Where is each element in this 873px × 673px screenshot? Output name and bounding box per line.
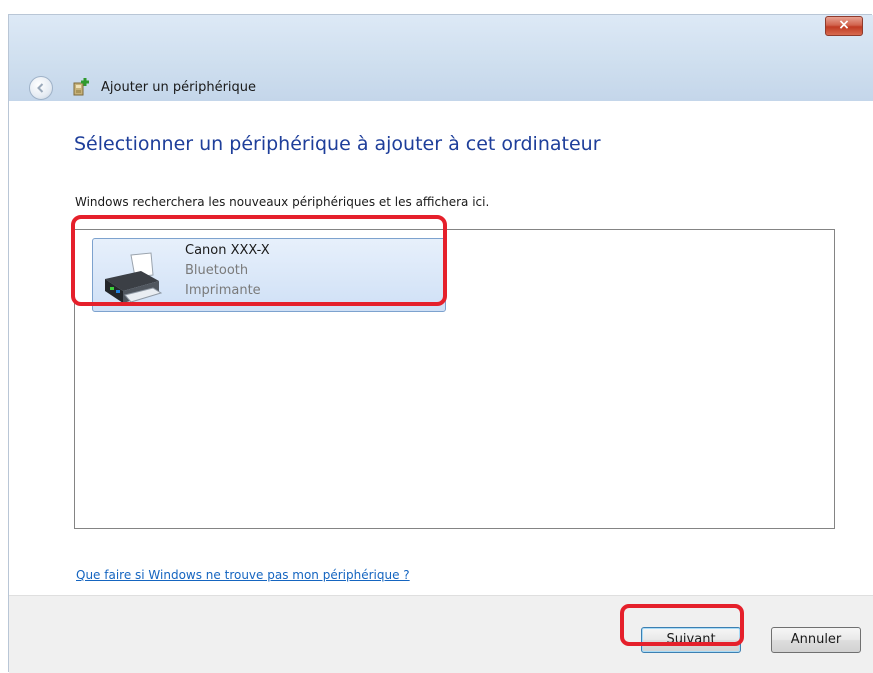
instruction-text: Windows recherchera les nouveaux périphé…	[75, 195, 490, 209]
page-heading: Sélectionner un périphérique à ajouter à…	[74, 133, 601, 155]
cancel-button[interactable]: Annuler	[771, 627, 861, 653]
close-button[interactable]: ×	[825, 16, 863, 36]
add-device-icon	[73, 78, 89, 96]
back-button[interactable]	[29, 76, 53, 100]
window-title: Ajouter un périphérique	[101, 80, 257, 95]
title-bar: × Ajouter un périphérique	[9, 15, 873, 101]
next-button-highlight-annotation	[620, 604, 744, 646]
add-device-window: × Ajouter un périphérique Sélectionner u…	[8, 14, 873, 673]
help-link[interactable]: Que faire si Windows ne trouve pas mon p…	[76, 568, 410, 582]
device-highlight-annotation	[71, 215, 447, 306]
back-arrow-icon	[37, 83, 44, 93]
